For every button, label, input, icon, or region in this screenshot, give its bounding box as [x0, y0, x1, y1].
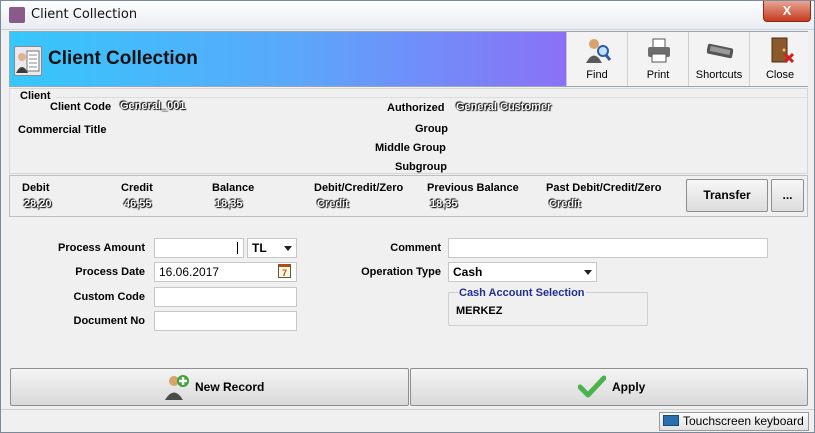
touchscreen-keyboard-label: Touchscreen keyboard [683, 414, 804, 428]
find-button[interactable]: Find [567, 32, 628, 86]
group-label: Group [415, 123, 448, 135]
close-button[interactable]: Close [750, 32, 810, 86]
credit-value: 46,55 [124, 198, 152, 210]
debit-label: Debit [22, 182, 50, 194]
chevron-down-icon [284, 246, 292, 251]
previous-balance-value: 18,35 [430, 198, 458, 210]
print-button[interactable]: Print [628, 32, 689, 86]
keyboard-icon [663, 415, 679, 426]
process-amount-label: Process Amount [57, 242, 145, 254]
process-date-input[interactable]: 16.06.2017 [154, 262, 297, 282]
balance-panel: Debit 28,20 Credit 46,55 Balance 18,35 D… [9, 175, 808, 217]
balance-value: 18,35 [215, 198, 243, 210]
custom-code-label: Custom Code [73, 291, 146, 303]
title-bar: Client Collection X [1, 1, 814, 30]
custom-code-input[interactable] [154, 287, 297, 307]
debit-credit-zero-value: Credit [317, 198, 349, 210]
process-date-value: 16.06.2017 [159, 265, 220, 279]
window-title: Client Collection [31, 7, 138, 22]
cash-account-value[interactable]: MERKEZ [456, 305, 502, 317]
operation-type-label: Operation Type [361, 266, 441, 278]
client-collection-window: Client Collection X Client Collection Fi… [0, 0, 815, 433]
operation-type-select[interactable]: Cash [448, 262, 597, 282]
apply-label: Apply [612, 380, 646, 394]
debit-value: 28,20 [24, 198, 52, 210]
client-section-label: Client [20, 90, 51, 102]
print-label: Print [646, 69, 670, 81]
transfer-button[interactable]: Transfer [686, 179, 768, 212]
cash-account-selection-title: Cash Account Selection [458, 287, 586, 299]
process-date-label: Process Date [75, 266, 145, 278]
new-record-button[interactable]: New Record [10, 368, 409, 406]
cash-account-selection-group: Cash Account Selection MERKEZ [448, 287, 648, 326]
balance-label: Balance [212, 182, 255, 194]
client-divider [56, 97, 807, 98]
past-debit-credit-zero-value: Credit [549, 198, 581, 210]
more-options-button[interactable]: ... [771, 179, 804, 212]
operation-type-value: Cash [453, 265, 483, 279]
authorized-value: General Customer [456, 101, 552, 113]
find-icon [585, 36, 612, 64]
client-code-label: Client Code [50, 101, 112, 113]
client-card-icon [14, 46, 42, 76]
door-exit-icon [768, 36, 795, 64]
comment-label: Comment [390, 242, 441, 254]
middle-group-label: Middle Group [375, 142, 446, 154]
app-icon [9, 7, 25, 23]
currency-value: TL [252, 241, 267, 255]
new-record-label: New Record [195, 380, 265, 394]
calendar-day: 7 [281, 268, 287, 278]
shortcuts-label: Shortcuts [695, 69, 743, 81]
commercial-title-label: Commercial Title [18, 124, 107, 136]
chevron-down-icon [584, 270, 592, 275]
find-label: Find [586, 69, 608, 81]
document-no-input[interactable] [154, 311, 297, 331]
printer-icon [646, 36, 672, 64]
touchscreen-keyboard-button[interactable]: Touchscreen keyboard [659, 412, 809, 431]
currency-select[interactable]: TL [247, 238, 297, 258]
comment-input[interactable] [448, 238, 768, 258]
client-panel: Client Client Code General_001 Commercia… [9, 88, 808, 174]
toolbar: Find Print Shortcuts Close [566, 32, 808, 86]
credit-label: Credit [121, 182, 153, 194]
header-banner: Client Collection Find Print Shortcuts C… [9, 31, 808, 87]
process-amount-input[interactable] [154, 238, 244, 258]
checkmark-icon [577, 375, 607, 399]
document-no-label: Document No [73, 315, 146, 327]
previous-balance-label: Previous Balance [427, 182, 519, 194]
close-label: Close [765, 69, 795, 81]
authorized-label: Authorized [387, 102, 445, 114]
apply-button[interactable]: Apply [410, 368, 808, 406]
client-code-value: General_001 [120, 100, 186, 112]
status-bar: Touchscreen keyboard [1, 409, 814, 432]
window-close-button[interactable]: X [763, 1, 811, 22]
subgroup-label: Subgroup [395, 161, 447, 173]
add-user-icon [164, 373, 190, 401]
text-cursor [237, 242, 238, 254]
keyboard-icon [706, 36, 734, 64]
debit-credit-zero-label: Debit/Credit/Zero [314, 182, 404, 194]
calendar-icon[interactable]: 7 [278, 264, 291, 278]
page-title: Client Collection [48, 48, 198, 69]
shortcuts-button[interactable]: Shortcuts [689, 32, 750, 86]
past-debit-credit-zero-label: Past Debit/Credit/Zero [546, 182, 662, 194]
